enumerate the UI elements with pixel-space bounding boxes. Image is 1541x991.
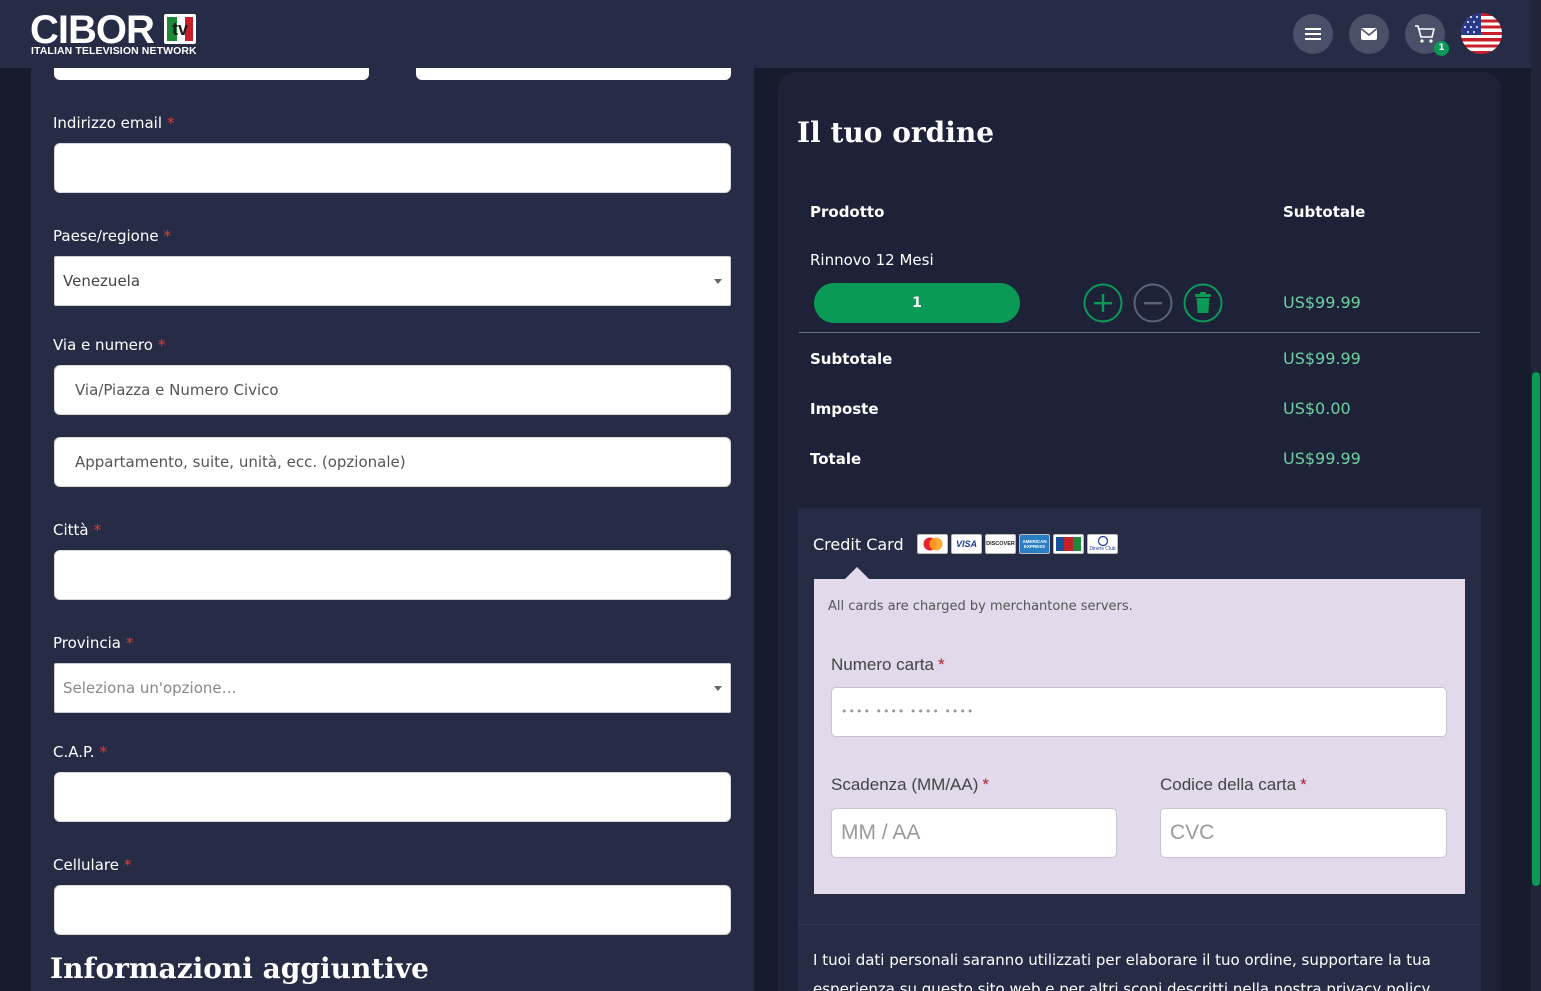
mail-icon [1361, 28, 1377, 40]
diners-club-logo: Diners Club [1087, 534, 1118, 554]
card-number-input[interactable]: •••• •••• •••• •••• [831, 687, 1447, 737]
country-selected-value: Venezuela [63, 272, 141, 290]
phone-input[interactable] [54, 885, 731, 935]
plus-circle-icon [1083, 283, 1123, 323]
phone-label: Cellulare * [53, 856, 132, 874]
province-select[interactable]: Seleziona un'opzione… [54, 663, 731, 713]
cvc-label: Codice della carta * [1160, 775, 1307, 794]
province-label: Provincia * [53, 634, 134, 652]
trash-icon [1183, 283, 1223, 323]
card-charge-note: All cards are charged by merchantone ser… [828, 599, 1133, 614]
cart-button[interactable]: 1 [1405, 14, 1449, 56]
product-column-header: Prodotto [810, 203, 885, 221]
tax-value: US$0.00 [1283, 399, 1351, 418]
country-select[interactable]: Venezuela [54, 256, 731, 306]
quantity-field[interactable]: 1 [814, 283, 1020, 323]
card-logos: VISA DISCOVER AMERICAN EXPRESS Diners Cl… [917, 534, 1118, 556]
chevron-down-icon [714, 686, 722, 691]
line-total: US$99.99 [1283, 293, 1361, 312]
subtotal-value: US$99.99 [1283, 349, 1361, 368]
discover-logo: DISCOVER [985, 534, 1016, 554]
order-divider [799, 332, 1480, 333]
subtotal-column-header: Subtotale [1283, 203, 1366, 221]
logo-tv-badge: tv [164, 14, 196, 44]
cart-count-badge: 1 [1434, 41, 1449, 56]
email-label: Indirizzo email * [53, 114, 175, 132]
contact-button[interactable] [1349, 14, 1389, 54]
logo-subtitle: ITALIAN TELEVISION NETWORK [31, 45, 197, 57]
apartment-input[interactable] [54, 437, 731, 487]
cvc-input[interactable]: CVC [1160, 808, 1447, 858]
city-input[interactable] [54, 550, 731, 600]
card-number-label: Numero carta * [831, 655, 945, 674]
street-label: Via e numero * [53, 336, 166, 354]
total-label: Totale [810, 450, 862, 468]
scrollbar-thumb[interactable] [1532, 372, 1540, 886]
street-input[interactable] [54, 365, 731, 415]
cart-icon [1415, 25, 1435, 43]
expiry-input[interactable]: MM / AA [831, 808, 1117, 858]
increase-quantity-button[interactable] [1083, 283, 1123, 323]
country-label: Paese/regione * [53, 227, 172, 245]
tax-label: Imposte [810, 400, 879, 418]
payment-form-pointer [845, 567, 869, 579]
city-label: Città * [53, 521, 102, 539]
jcb-logo [1053, 534, 1084, 554]
privacy-notice: I tuoi dati personali saranno utilizzati… [813, 951, 1433, 991]
billing-panel [31, 68, 754, 991]
subtotal-label: Subtotale [810, 350, 893, 368]
payment-divider [798, 924, 1481, 925]
first-name-input-partial[interactable] [54, 66, 369, 80]
us-flag-icon[interactable] [1461, 13, 1502, 54]
additional-info-title: Informazioni aggiuntive [50, 952, 429, 985]
menu-button[interactable] [1293, 14, 1333, 54]
order-title: Il tuo ordine [797, 116, 995, 149]
total-value: US$99.99 [1283, 449, 1361, 468]
logo-tv-text: tv [171, 19, 188, 39]
visa-logo: VISA [951, 534, 982, 554]
decrease-quantity-button[interactable] [1133, 283, 1173, 323]
payment-method-label[interactable]: Credit Card [813, 535, 904, 554]
menu-icon [1305, 28, 1321, 40]
site-header: CIBOR tv ITALIAN TELEVISION NETWORK 1 [0, 0, 1531, 68]
amex-logo: AMERICAN EXPRESS [1019, 534, 1050, 554]
email-input[interactable] [54, 143, 731, 193]
remove-item-button[interactable] [1183, 283, 1223, 323]
mastercard-logo [917, 534, 948, 554]
last-name-input-partial[interactable] [416, 66, 731, 80]
zip-input[interactable] [54, 772, 731, 822]
province-placeholder: Seleziona un'opzione… [63, 679, 237, 697]
minus-circle-icon [1133, 283, 1173, 323]
zip-label: C.A.P. * [53, 743, 107, 761]
cibortv-logo[interactable]: CIBOR tv ITALIAN TELEVISION NETWORK [30, 8, 200, 60]
chevron-down-icon [714, 279, 722, 284]
expiry-label: Scadenza (MM/AA) * [831, 775, 990, 794]
product-name: Rinnovo 12 Mesi [810, 251, 934, 269]
